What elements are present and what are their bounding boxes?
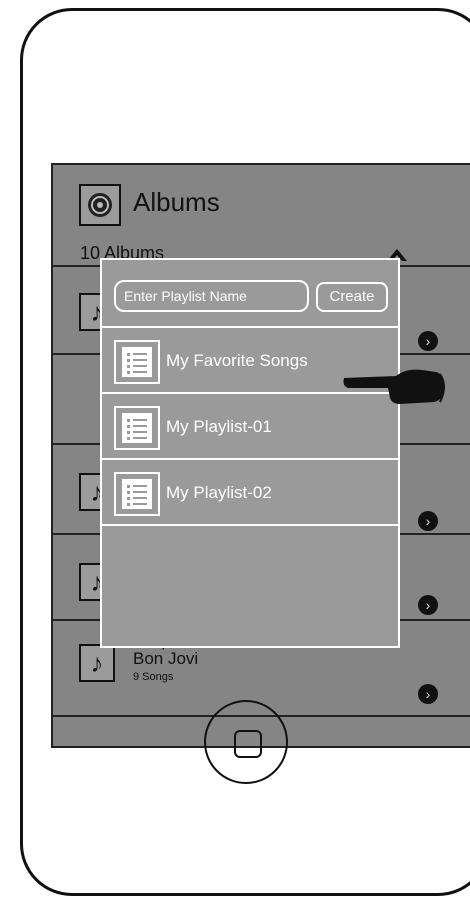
home-button[interactable] [204, 700, 288, 784]
playlist-item[interactable]: My Playlist-02 [102, 460, 398, 526]
playlist-icon [114, 472, 160, 516]
home-square-icon [234, 730, 262, 758]
chevron-right-icon[interactable]: › [418, 595, 438, 615]
album-song-count: 9 Songs [133, 671, 174, 683]
playlist-label: My Favorite Songs [166, 351, 308, 370]
playlist-label: My Playlist-01 [166, 417, 272, 436]
playlist-icon [114, 340, 160, 384]
create-button[interactable]: Create [316, 282, 388, 312]
chevron-right-icon[interactable]: › [418, 684, 438, 704]
pointing-hand-icon [343, 369, 445, 404]
album-artist: Bon Jovi [133, 649, 199, 668]
chevron-right-icon[interactable]: › [418, 511, 438, 531]
music-note-icon: ♪ [79, 644, 115, 682]
page-title: Albums [133, 187, 220, 217]
playlist-label: My Playlist-02 [166, 483, 272, 502]
chevron-right-icon[interactable]: › [418, 331, 438, 351]
playlist-icon [114, 406, 160, 450]
disc-icon [79, 184, 121, 226]
playlist-name-input[interactable]: Enter Playlist Name [114, 280, 309, 312]
albums-header: Albums 10 Albums [53, 165, 470, 267]
playlist-popup: Enter Playlist Name Create My Favorite S… [100, 258, 400, 648]
new-playlist-row: Enter Playlist Name Create [102, 260, 398, 328]
disc-icon-graphic [88, 193, 112, 217]
